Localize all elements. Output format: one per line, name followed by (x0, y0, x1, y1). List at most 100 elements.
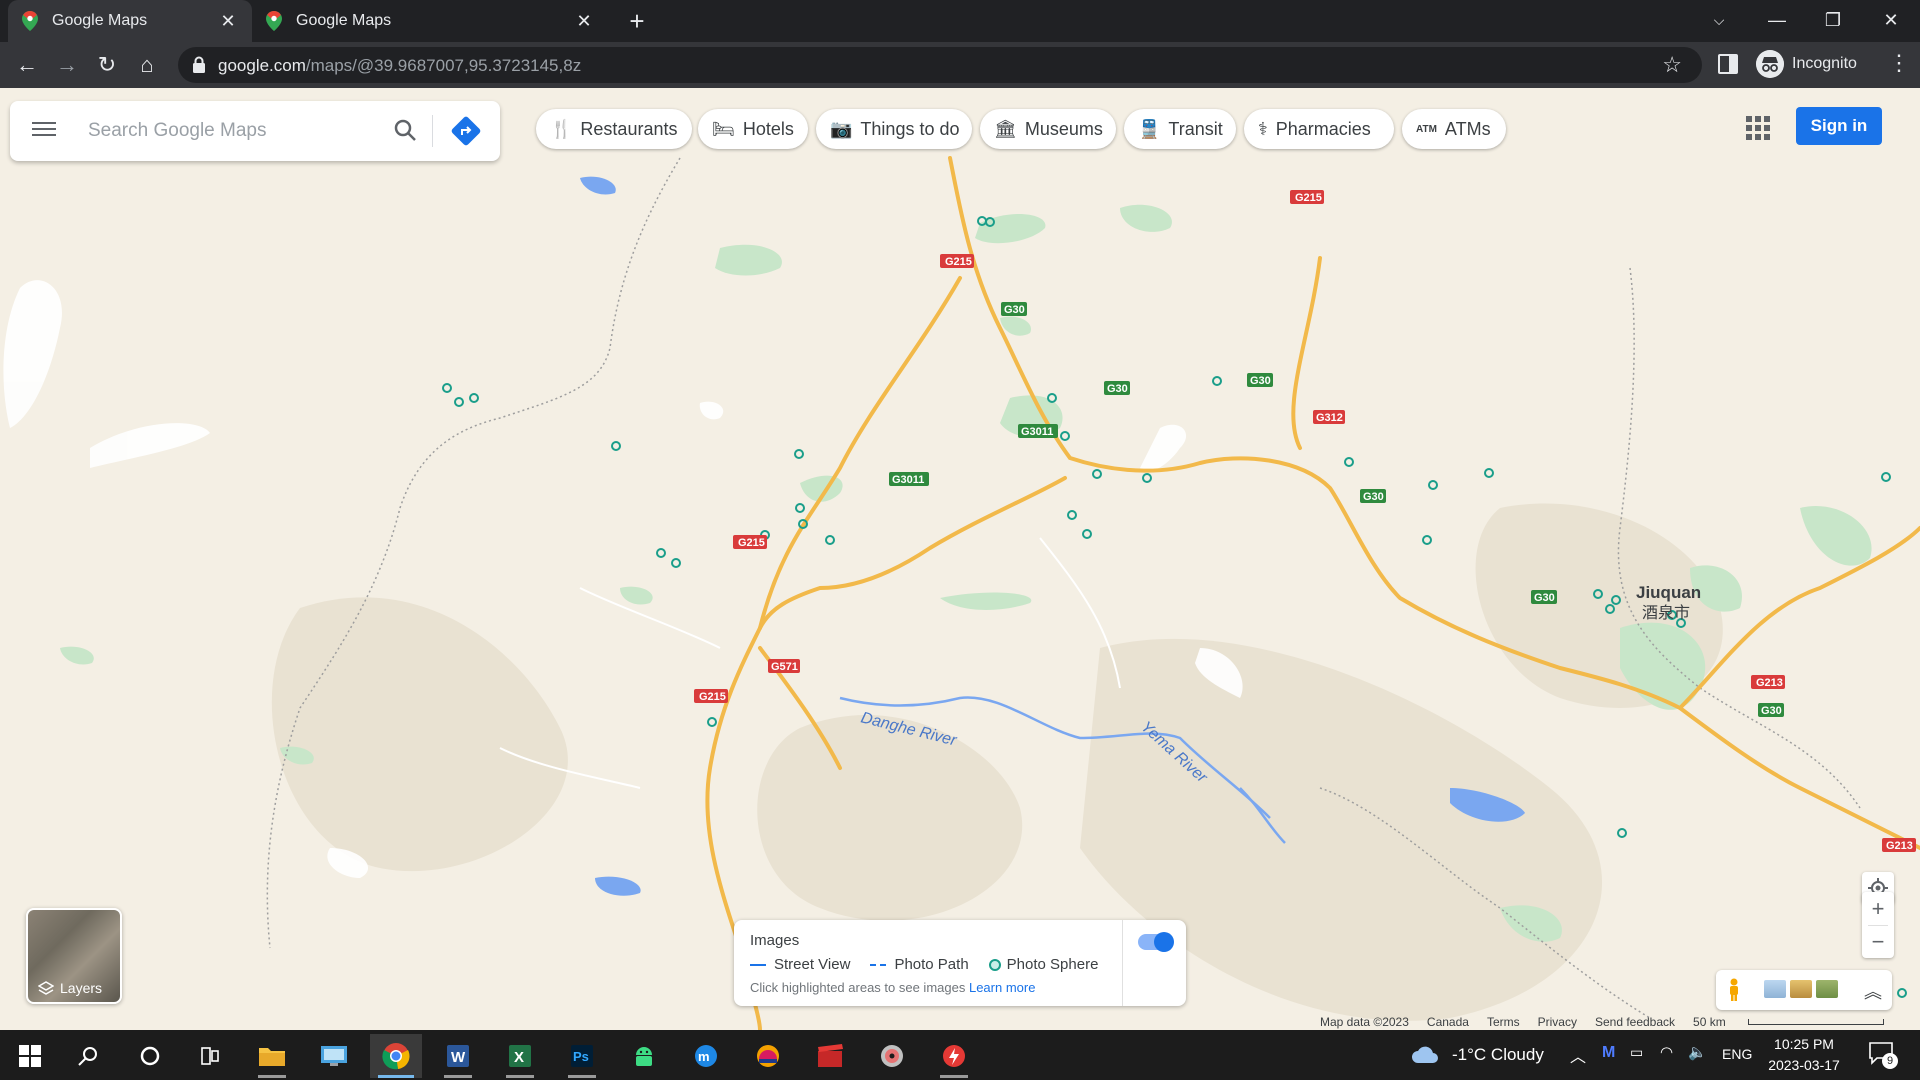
browser-menu-icon[interactable]: ⋮ (1888, 50, 1910, 76)
zoom-in-button[interactable]: + (1862, 892, 1894, 925)
imagery-thumb-2[interactable] (1790, 980, 1812, 998)
scale-bar[interactable]: 50 km (1693, 1015, 1902, 1029)
photo-sphere-swatch (988, 958, 1001, 971)
chip-label: ATMs (1444, 118, 1491, 139)
language-indicator[interactable]: ENG (1722, 1046, 1752, 1062)
back-icon[interactable]: ← (12, 50, 42, 80)
word-taskbar-icon[interactable]: W (432, 1034, 484, 1078)
google-apps-icon[interactable] (1746, 116, 1770, 140)
clock-time: 10:25 PM (1774, 1036, 1834, 1052)
learn-more-link[interactable]: Learn more (969, 980, 1035, 995)
lightning-icon (943, 1045, 965, 1067)
chip-label: Museums (1024, 118, 1103, 139)
incognito-icon[interactable] (1756, 50, 1784, 78)
app-m-taskbar-icon[interactable]: m (680, 1034, 732, 1078)
close-window-icon[interactable]: ✕ (1866, 0, 1916, 40)
new-tab-button[interactable]: + (622, 6, 652, 36)
zoom-out-button[interactable]: − (1862, 925, 1894, 958)
tab-google-maps-2[interactable]: Google Maps ✕ (252, 0, 608, 42)
home-icon[interactable]: ⌂ (132, 50, 162, 80)
chrome-logo-icon (382, 1043, 410, 1070)
forward-icon[interactable]: → (52, 50, 82, 80)
tab-title: Google Maps (52, 12, 148, 29)
url-host: google.com (218, 56, 306, 75)
highway-shield-g213: G213 (1882, 838, 1916, 852)
battery-icon[interactable]: ▭ (1630, 1044, 1643, 1061)
lock-icon[interactable] (192, 56, 206, 74)
taskbar-clock[interactable]: 10:25 PM 2023-03-17 (1756, 1034, 1852, 1076)
taskbar-search-icon[interactable] (62, 1034, 114, 1078)
highway-shield-g215: G215 (940, 254, 974, 268)
android-app-taskbar-icon[interactable] (618, 1034, 670, 1078)
images-panel-divider (1122, 920, 1123, 1006)
search-icon[interactable] (392, 117, 420, 145)
bed-icon: 🛏 (712, 118, 735, 139)
imagery-thumb-3[interactable] (1816, 980, 1838, 998)
images-panel: Images Street View Photo Path Photo Sphe… (734, 920, 1186, 1006)
chrome-taskbar-icon[interactable] (370, 1034, 422, 1078)
map-canvas[interactable]: G215 G30 G30 G30 G3011 G3011 G312 G30 G3… (0, 88, 1920, 1030)
app-clapper-taskbar-icon[interactable] (804, 1034, 856, 1078)
cortana-icon[interactable] (124, 1034, 176, 1078)
tray-overflow-chevron-icon[interactable]: ︿ (1570, 1043, 1586, 1067)
photoshop-taskbar-icon[interactable]: Ps (556, 1034, 608, 1078)
notification-center-icon[interactable]: 9 (1868, 1041, 1898, 1069)
bookmark-star-icon[interactable]: ☆ (1662, 52, 1682, 78)
windows-logo-icon (19, 1045, 41, 1067)
profile-label[interactable]: Incognito (1792, 55, 1857, 73)
app-bolt-taskbar-icon[interactable] (928, 1034, 980, 1078)
chip-transit[interactable]: 🚆 Transit (1124, 109, 1236, 149)
disc-icon (881, 1045, 903, 1067)
send-feedback-link[interactable]: Send feedback (1595, 1015, 1675, 1029)
excel-taskbar-icon[interactable]: X (494, 1034, 546, 1078)
task-view-icon[interactable] (184, 1034, 236, 1078)
cloudy-weather-icon[interactable] (1410, 1043, 1440, 1065)
imagery-thumb-1[interactable] (1764, 980, 1786, 998)
monitor-icon (321, 1046, 347, 1066)
region-link[interactable]: Canada (1427, 1015, 1469, 1029)
tab-search-icon[interactable]: ⌵ (1694, 0, 1744, 40)
tab-google-maps-1[interactable]: Google Maps ✕ (8, 0, 252, 42)
restore-icon[interactable]: ❐ (1808, 0, 1858, 40)
street-view-swatch (750, 963, 766, 966)
privacy-link[interactable]: Privacy (1538, 1015, 1577, 1029)
app-disc-taskbar-icon[interactable] (866, 1034, 918, 1078)
chip-pharmacies[interactable]: ⚕ Pharmacies (1244, 109, 1394, 149)
map-tiles[interactable]: G215 G30 G30 G30 G3011 G3011 G312 G30 G3… (0, 88, 1920, 1030)
chip-museums[interactable]: 🏛 Museums (980, 109, 1116, 149)
menu-icon[interactable] (32, 118, 56, 142)
chip-label: Hotels (742, 118, 794, 139)
expand-chevron-icon[interactable]: ︽ (1864, 978, 1882, 1004)
search-input[interactable] (88, 115, 378, 147)
chip-label: Restaurants (580, 118, 678, 139)
layers-label-wrap: Layers (38, 980, 102, 996)
svg-text:G30: G30 (1363, 491, 1384, 503)
tray-app-m-icon[interactable]: M (1602, 1044, 1615, 1062)
control-panel-icon[interactable] (308, 1034, 360, 1078)
reload-icon[interactable]: ↻ (92, 50, 122, 80)
tab-close-icon[interactable]: ✕ (218, 11, 238, 32)
tab-close-icon[interactable]: ✕ (574, 11, 594, 32)
chip-hotels[interactable]: 🛏 Hotels (698, 109, 808, 149)
layers-button[interactable]: Layers (26, 908, 122, 1004)
wifi-icon[interactable]: ◠ (1660, 1043, 1673, 1061)
chip-things-to-do[interactable]: 📷 Things to do (816, 109, 972, 149)
address-bar[interactable]: google.com/maps/@39.9687007,95.3723145,8… (178, 47, 1702, 83)
sign-in-button[interactable]: Sign in (1796, 107, 1882, 145)
svg-text:X: X (514, 1049, 524, 1066)
windows-start-icon[interactable] (4, 1034, 56, 1078)
app-arc-taskbar-icon[interactable] (742, 1034, 794, 1078)
side-panel-icon[interactable] (1718, 54, 1738, 74)
pegman-icon[interactable] (1726, 978, 1742, 1002)
volume-icon[interactable]: 🔈 (1688, 1043, 1707, 1061)
directions-icon[interactable] (450, 115, 482, 147)
minimize-icon[interactable]: — (1752, 0, 1802, 40)
chip-atms[interactable]: ATM ATMs (1402, 109, 1506, 149)
file-explorer-icon[interactable] (246, 1034, 298, 1078)
terms-link[interactable]: Terms (1487, 1015, 1520, 1029)
chip-restaurants[interactable]: 🍴 Restaurants (536, 109, 692, 149)
images-toggle[interactable] (1138, 932, 1174, 952)
url-text[interactable]: google.com/maps/@39.9687007,95.3723145,8… (218, 56, 581, 76)
weather-text[interactable]: -1°C Cloudy (1452, 1045, 1544, 1065)
svg-text:G215: G215 (945, 256, 972, 268)
